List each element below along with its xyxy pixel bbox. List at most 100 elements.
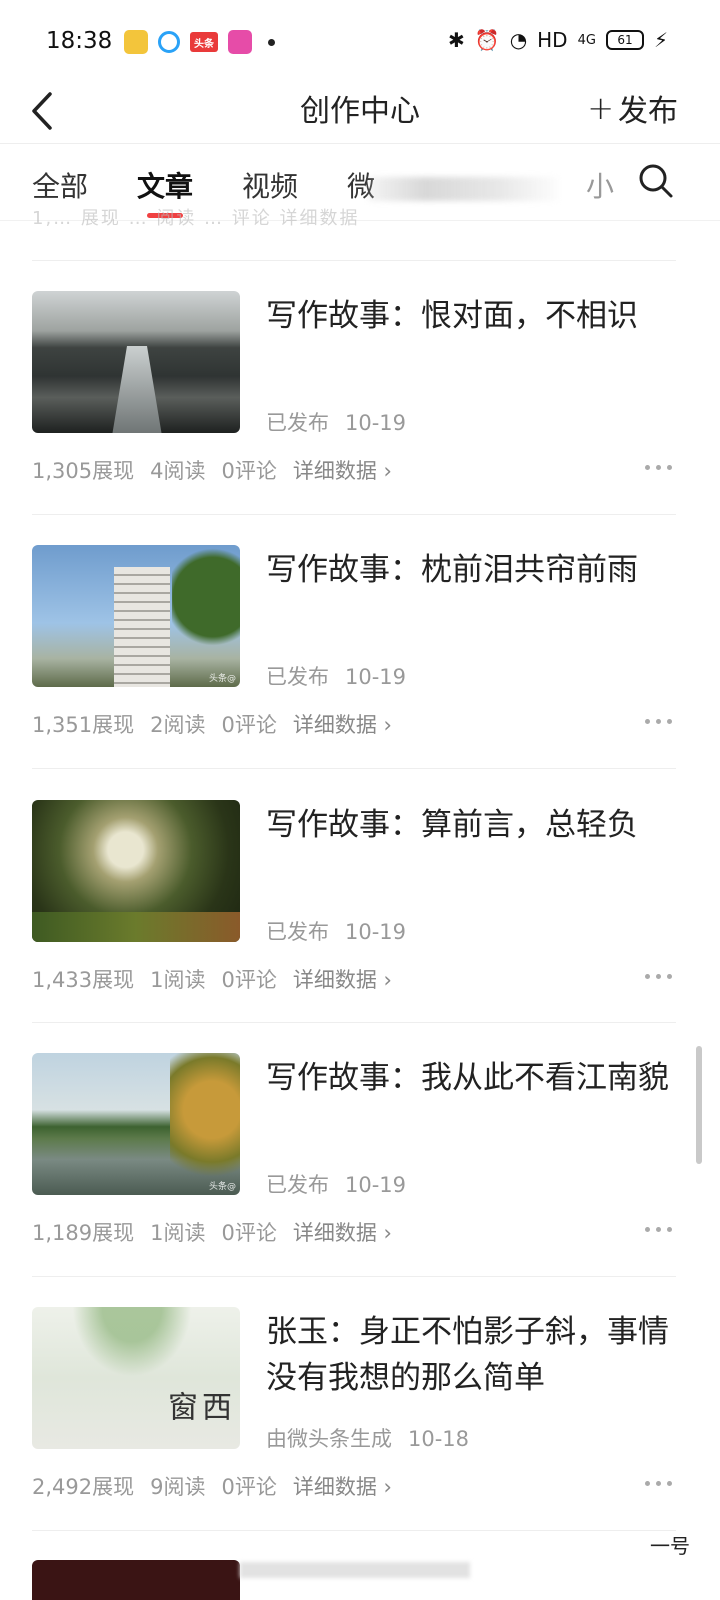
views-count: 1,305展现 — [32, 459, 135, 483]
article-stats: 1,351展现 2阅读 0评论 详细数据 › — [32, 709, 392, 739]
notes-icon — [124, 30, 148, 54]
comments-count: 0评论 — [221, 968, 277, 992]
publish-date: 10-19 — [345, 1173, 407, 1197]
article-stats: 1,189展现 1阅读 0评论 详细数据 › — [32, 1217, 392, 1247]
publish-status: 由微头条生成 — [266, 1427, 392, 1451]
poster-text: 西窗 — [162, 1391, 231, 1421]
charging-icon: ⚡ — [653, 28, 668, 52]
thumbnail-watermark: 头条@ — [208, 929, 236, 939]
article-item[interactable]: 写作故事：恨对面，不相识 已发布 10-19 1,305展现 4阅读 0评论 详细… — [0, 291, 720, 531]
article-stats: 1,305展现 4阅读 0评论 详细数据 › — [32, 455, 392, 485]
views-count: 1,433展现 — [32, 968, 135, 992]
article-item[interactable]: 西窗 张玉：身正不怕影子斜，事情没有我想的那么简单 由微头条生成 10-18 2,… — [0, 1307, 720, 1547]
more-options-icon[interactable] — [645, 719, 672, 724]
plus-icon: + — [587, 89, 614, 127]
publish-date: 10-19 — [345, 920, 407, 944]
cut-off-title — [240, 1562, 470, 1578]
article-stats: 1,433展现 1阅读 0评论 详细数据 › — [32, 964, 392, 994]
divider — [32, 1022, 676, 1023]
tab-all[interactable]: 全部 — [32, 165, 88, 205]
app-header: 创作中心 + 发布 — [0, 80, 720, 144]
article-item[interactable]: 头条@ 写作故事：枕前泪共帘前雨 已发布 10-19 1,351展现 2阅读 0评… — [0, 545, 720, 785]
divider — [32, 1530, 676, 1531]
article-thumbnail[interactable]: 西窗 — [32, 1307, 240, 1449]
status-bar: 18:38 头条 ✱ ⏰ ◔ HD 4G 61 ⚡ — [0, 0, 720, 80]
notification-icons: 头条 — [124, 30, 275, 54]
more-options-icon[interactable] — [645, 1481, 672, 1486]
toutiao-icon: 头条 — [190, 32, 218, 52]
system-indicators: ✱ ⏰ ◔ HD 4G 61 ⚡ — [448, 28, 668, 52]
detail-data-link[interactable]: 详细数据 › — [293, 1471, 392, 1501]
reads-count: 9阅读 — [150, 1475, 206, 1499]
tab-mini[interactable]: 小 — [586, 165, 614, 205]
views-count: 1,351展现 — [32, 713, 135, 737]
article-status: 由微头条生成 10-18 — [266, 1423, 469, 1453]
publish-label: 发布 — [618, 94, 678, 129]
wifi-icon: ◔ — [509, 28, 528, 52]
battery-icon: 61 — [605, 30, 644, 50]
article-item[interactable]: 头条@ 写作故事：我从此不看江南貌 已发布 10-19 1,189展现 1阅读 0… — [0, 1053, 720, 1293]
article-title[interactable]: 写作故事：我从此不看江南貌 — [266, 1055, 676, 1101]
comments-count: 0评论 — [221, 713, 277, 737]
publish-date: 10-19 — [345, 665, 407, 689]
cut-off-thumbnail — [32, 1560, 240, 1600]
article-thumbnail[interactable] — [32, 291, 240, 433]
more-options-icon[interactable] — [645, 465, 672, 470]
comments-count: 0评论 — [221, 1475, 277, 1499]
bilibili-icon — [228, 30, 252, 54]
corner-watermark: 一号 — [650, 1534, 690, 1558]
article-item[interactable]: 头条@ 写作故事：算前言，总轻负 已发布 10-19 1,433展现 1阅读 0评… — [0, 800, 720, 1040]
publish-status: 已发布 — [266, 1173, 329, 1197]
article-title[interactable]: 写作故事：恨对面，不相识 — [266, 293, 676, 339]
article-thumbnail[interactable]: 头条@ — [32, 800, 240, 942]
tab-articles[interactable]: 文章 — [137, 165, 193, 205]
status-time: 18:38 — [46, 28, 113, 54]
bluetooth-icon: ✱ — [448, 28, 465, 52]
comments-count: 0评论 — [221, 459, 277, 483]
article-status: 已发布 10-19 — [266, 407, 406, 437]
divider — [32, 260, 676, 261]
tab-videos[interactable]: 视频 — [242, 165, 298, 205]
detail-data-link[interactable]: 详细数据 › — [293, 709, 392, 739]
article-thumbnail[interactable]: 头条@ — [32, 1053, 240, 1195]
detail-data-link[interactable]: 详细数据 › — [293, 1217, 392, 1247]
publish-status: 已发布 — [266, 920, 329, 944]
detail-data-link[interactable]: 详细数据 › — [293, 964, 392, 994]
article-title[interactable]: 写作故事：算前言，总轻负 — [266, 802, 676, 848]
publish-button[interactable]: + 发布 — [587, 86, 678, 130]
alarm-icon: ⏰ — [474, 28, 500, 52]
publish-status: 已发布 — [266, 665, 329, 689]
reads-count: 4阅读 — [150, 459, 206, 483]
more-options-icon[interactable] — [645, 1227, 672, 1232]
views-count: 1,189展现 — [32, 1221, 135, 1245]
scrollbar[interactable] — [696, 1046, 702, 1164]
views-count: 2,492展现 — [32, 1475, 135, 1499]
publish-date: 10-19 — [345, 411, 407, 435]
divider — [32, 514, 676, 515]
qq-icon — [158, 31, 180, 53]
network-label: HD — [537, 28, 568, 52]
more-options-icon[interactable] — [645, 974, 672, 979]
detail-data-link[interactable]: 详细数据 › — [293, 455, 392, 485]
publish-date: 10-18 — [408, 1427, 470, 1451]
divider — [32, 1276, 676, 1277]
thumbnail-watermark: 头条@ — [208, 674, 236, 684]
article-title[interactable]: 张玉：身正不怕影子斜，事情没有我想的那么简单 — [266, 1309, 676, 1401]
publish-status: 已发布 — [266, 411, 329, 435]
article-status: 已发布 10-19 — [266, 661, 406, 691]
article-stats: 2,492展现 9阅读 0评论 详细数据 › — [32, 1471, 392, 1501]
thumbnail-watermark: 头条@ — [208, 1182, 236, 1192]
divider — [32, 768, 676, 769]
reads-count: 1阅读 — [150, 968, 206, 992]
reads-count: 2阅读 — [150, 713, 206, 737]
cut-off-stats-row: 1,… 展现 … 阅读 … 评论 详细数据 — [32, 208, 360, 229]
search-icon[interactable] — [638, 163, 674, 199]
comments-count: 0评论 — [221, 1221, 277, 1245]
more-notifications-dot — [268, 38, 275, 46]
article-thumbnail[interactable]: 头条@ — [32, 545, 240, 687]
article-title[interactable]: 写作故事：枕前泪共帘前雨 — [266, 547, 676, 593]
article-status: 已发布 10-19 — [266, 916, 406, 946]
signal-icon: 4G — [577, 32, 596, 48]
reads-count: 1阅读 — [150, 1221, 206, 1245]
redacted-tabs — [368, 177, 558, 201]
